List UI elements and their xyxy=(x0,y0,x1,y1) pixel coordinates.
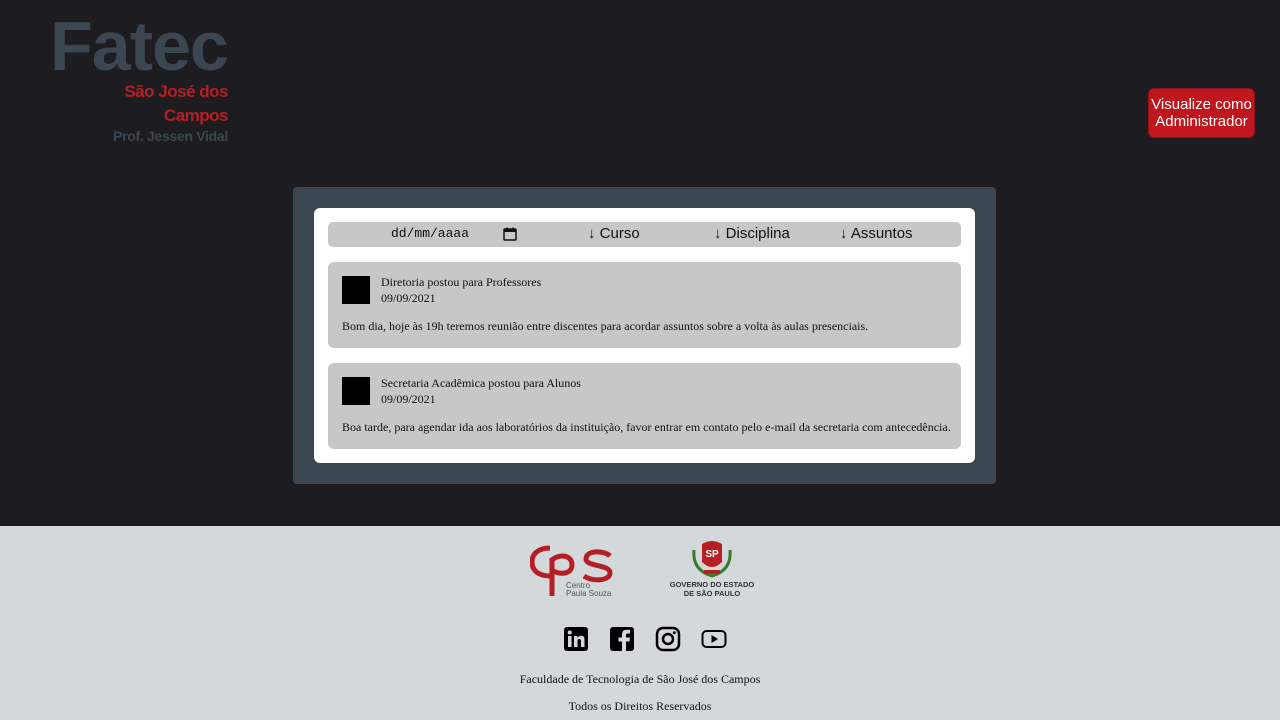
instagram-icon[interactable] xyxy=(655,626,681,652)
cps-logo-text-2: Paula Souza xyxy=(566,589,612,598)
post-card: Diretoria postou para Professores 09/09/… xyxy=(328,262,961,348)
institution-name: Faculdade de Tecnologia de São José dos … xyxy=(519,672,761,686)
youtube-icon[interactable] xyxy=(701,626,727,652)
admin-button-line1: Visualize como xyxy=(1151,96,1252,113)
header: Fatec São José dos Campos Prof. Jessen V… xyxy=(0,0,1280,526)
centro-paula-souza-logo[interactable]: Centro Paula Souza xyxy=(529,542,616,598)
view-as-admin-button[interactable]: Visualize como Administrador xyxy=(1148,88,1255,138)
logo-prof: Prof. Jessen Vidal xyxy=(113,128,228,144)
gov-logo-line2: DE SÃO PAULO xyxy=(683,589,741,598)
footer: Centro Paula Souza SP GOVERNO DO ESTADO … xyxy=(0,526,1280,720)
gov-emblem-text: SP xyxy=(705,549,719,560)
governo-sp-logo[interactable]: SP GOVERNO DO ESTADO DE SÃO PAULO xyxy=(664,540,760,602)
feed-panel: dd/mm/aaaa ↓ Curso ↓ Disciplina ↓ Assunt… xyxy=(293,187,996,484)
avatar xyxy=(342,377,370,405)
post-author: Secretaria Acadêmica postou para Alunos xyxy=(381,376,581,390)
post-card: Secretaria Acadêmica postou para Alunos … xyxy=(328,363,961,449)
post-body: Bom dia, hoje às 19h teremos reunião ent… xyxy=(342,319,869,333)
post-date: 09/09/2021 xyxy=(381,392,436,406)
logo-title: Fatec xyxy=(50,7,229,85)
date-filter-input[interactable]: dd/mm/aaaa xyxy=(391,226,469,241)
filter-bar: dd/mm/aaaa ↓ Curso ↓ Disciplina ↓ Assunt… xyxy=(328,222,961,247)
logo-subtitle-line2: Campos xyxy=(163,106,229,125)
assuntos-filter[interactable]: ↓ Assuntos xyxy=(840,225,913,242)
calendar-icon[interactable] xyxy=(503,227,517,241)
rights-text: Todos os Direitos Reservados xyxy=(568,699,712,713)
feed-container: dd/mm/aaaa ↓ Curso ↓ Disciplina ↓ Assunt… xyxy=(314,208,975,463)
linkedin-icon[interactable] xyxy=(563,626,589,652)
post-date: 09/09/2021 xyxy=(381,291,436,305)
avatar xyxy=(342,276,370,304)
post-author: Diretoria postou para Professores xyxy=(381,275,542,289)
facebook-icon[interactable] xyxy=(609,626,635,652)
gov-logo-line1: GOVERNO DO ESTADO xyxy=(669,580,755,589)
admin-button-line2: Administrador xyxy=(1155,113,1248,130)
post-body: Boa tarde, para agendar ida aos laborató… xyxy=(342,420,951,434)
disciplina-filter[interactable]: ↓ Disciplina xyxy=(714,225,790,242)
curso-filter[interactable]: ↓ Curso xyxy=(588,225,640,242)
fatec-logo[interactable]: Fatec São José dos Campos Prof. Jessen V… xyxy=(50,7,229,144)
cps-logo-mark: Centro Paula Souza xyxy=(529,545,613,598)
sp-coat-of-arms-icon: SP xyxy=(692,541,732,578)
